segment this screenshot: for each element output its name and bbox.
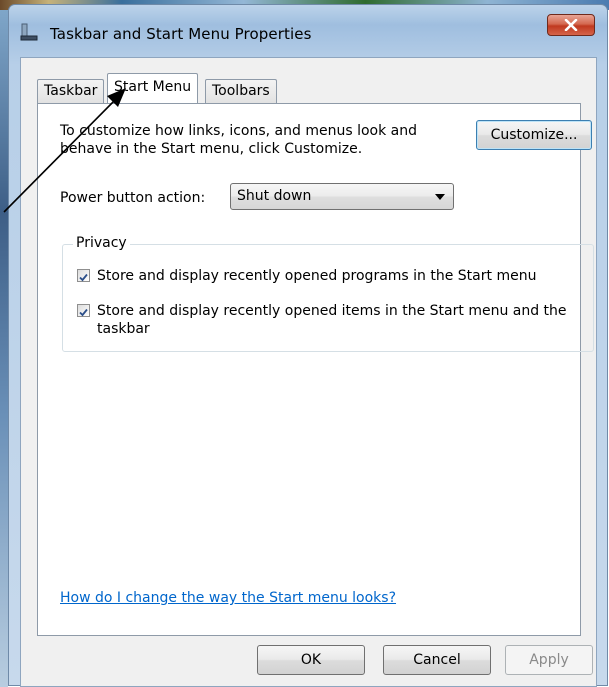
ok-button[interactable]: OK [257, 645, 365, 675]
tab-taskbar[interactable]: Taskbar [37, 79, 105, 103]
power-button-label: Power button action: [60, 190, 206, 206]
customize-button[interactable]: Customize... [476, 120, 592, 150]
cancel-button[interactable]: Cancel [383, 645, 491, 675]
recent-items-option[interactable]: Store and display recently opened items … [77, 302, 587, 340]
apply-button[interactable]: Apply [505, 645, 593, 675]
window-title: Taskbar and Start Menu Properties [50, 25, 312, 43]
dialog-client-area: Taskbar Start Menu Toolbars To customize… [20, 57, 597, 687]
power-button-value: Shut down [237, 188, 312, 204]
close-button[interactable] [547, 14, 595, 36]
title-bar[interactable]: Taskbar and Start Menu Properties [9, 5, 607, 57]
start-menu-panel: To customize how links, icons, and menus… [37, 103, 594, 636]
recent-items-label: Store and display recently opened items … [97, 303, 567, 337]
recent-programs-checkbox[interactable] [77, 269, 90, 282]
recent-items-checkbox[interactable] [77, 304, 90, 317]
tab-toolbars[interactable]: Toolbars [205, 79, 277, 103]
checkmark-icon [79, 273, 88, 282]
close-icon [564, 19, 578, 31]
chevron-down-icon [435, 194, 445, 200]
customize-description: To customize how links, icons, and menus… [60, 123, 418, 157]
properties-window: Taskbar and Start Menu Properties Taskba… [8, 4, 608, 687]
privacy-group-label: Privacy [73, 235, 130, 251]
privacy-group: Privacy Store and display recently opene… [62, 235, 594, 352]
tab-start-menu[interactable]: Start Menu [107, 73, 199, 103]
recent-programs-option[interactable]: Store and display recently opened progra… [77, 267, 587, 287]
taskbar-window-icon [20, 23, 38, 41]
power-button-select[interactable]: Shut down [230, 183, 454, 210]
start-menu-help-link[interactable]: How do I change the way the Start menu l… [60, 590, 396, 606]
desktop-edge [0, 10, 8, 687]
recent-programs-label: Store and display recently opened progra… [97, 268, 537, 284]
checkmark-icon [79, 308, 88, 317]
